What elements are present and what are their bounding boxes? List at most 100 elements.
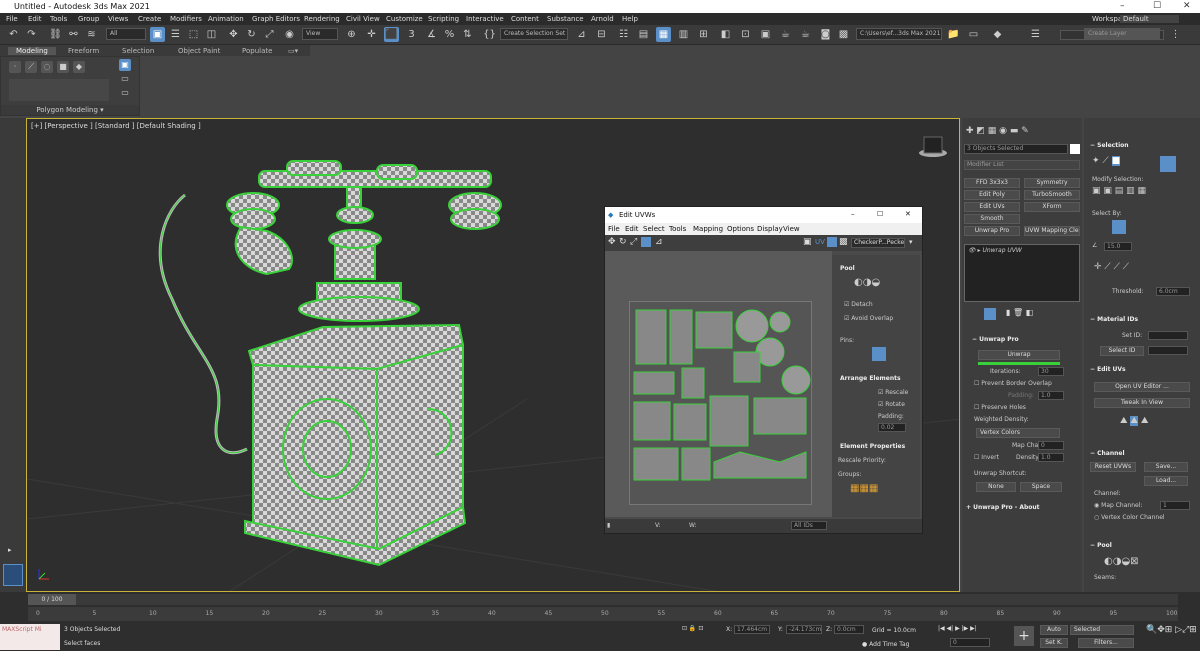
modifier-button-edit-uvs[interactable]: Edit UVs — [964, 202, 1020, 212]
open-uv-editor-button[interactable]: Open UV Editor ... — [1094, 382, 1190, 392]
select-id-button[interactable]: Select ID — [1100, 346, 1144, 356]
selection-set-dropdown[interactable]: Create Selection Set — [500, 28, 568, 40]
modifier-button-turbosmooth[interactable]: TurboSmooth — [1024, 190, 1080, 200]
curve-editor-icon[interactable]: ▥ — [676, 27, 691, 42]
unwrap-pro-title[interactable]: − Unwrap Pro — [972, 336, 1019, 343]
playback-controls[interactable]: |◀ ◀| ▶ |▶ ▶| — [938, 625, 977, 632]
ribbon-group-label[interactable]: Polygon Modeling ▾ — [1, 105, 139, 115]
expand-left-icon[interactable]: ▸ — [8, 546, 12, 554]
selected-dropdown[interactable]: Selected — [1070, 625, 1134, 635]
uvw-mirror-icon[interactable]: ⊿ — [655, 237, 663, 247]
tab-object-paint[interactable]: Object Paint — [178, 47, 220, 55]
create-layer-field[interactable]: Create Layer — [1084, 28, 1160, 40]
rotate-icon[interactable]: ↻ — [244, 27, 259, 42]
modifier-button-edit-poly[interactable]: Edit Poly — [964, 190, 1020, 200]
modifier-button-symmetry[interactable]: Symmetry — [1024, 178, 1080, 188]
tab-populate[interactable]: Populate — [242, 47, 272, 55]
scale-icon[interactable]: ⤢ — [262, 27, 277, 42]
select-id-field[interactable] — [1148, 346, 1188, 355]
time-slider-thumb[interactable]: 0 / 100 — [28, 594, 76, 605]
threshold-field[interactable]: 6.0cm — [1156, 287, 1190, 296]
uvw-menu-edit[interactable]: Edit — [625, 225, 639, 233]
menu-civil-view[interactable]: Civil View — [346, 15, 380, 23]
schematic-view-icon[interactable]: ⊞ — [696, 27, 711, 42]
set-key-button[interactable]: Set K. — [1040, 638, 1068, 648]
object-name-field[interactable]: 3 Objects Selected — [964, 144, 1068, 154]
menu-substance[interactable]: Substance — [547, 15, 584, 23]
selection-filter-dropdown[interactable]: All — [106, 28, 146, 40]
ribbon-tool-b-icon[interactable]: ▭ — [119, 87, 131, 99]
menu-rendering[interactable]: Rendering — [304, 15, 340, 23]
uvw-pool-icons[interactable]: ◐◑◒ — [854, 277, 880, 288]
tab-modeling[interactable]: Modeling — [8, 47, 56, 55]
menu-interactive[interactable]: Interactive — [466, 15, 504, 23]
menu-scripting[interactable]: Scripting — [428, 15, 459, 23]
invert-checkbox[interactable]: ☐ Invert — [974, 454, 999, 461]
angle-snap-icon[interactable]: ∡ — [424, 27, 439, 42]
render-iterative-icon[interactable]: ☕ — [798, 27, 813, 42]
shortcut-b-dropdown[interactable]: Space — [1020, 482, 1062, 492]
menu-graph-editors[interactable]: Graph Editors — [252, 15, 300, 23]
uvw-menu-select[interactable]: Select — [643, 225, 665, 233]
scene-explorer-icon[interactable]: ☷ — [616, 27, 631, 42]
selection-lock-icon[interactable]: ⊡ 🔒 ⊡ — [682, 625, 703, 632]
autodesk-icon[interactable]: ◆ — [990, 27, 1005, 42]
modify-selection-icons[interactable]: ▣ ▣ ▤ ▥ ▦ — [1092, 186, 1146, 196]
tab-selection[interactable]: Selection — [122, 47, 154, 55]
map-channel-radio[interactable]: ◉ Map Channel: — [1094, 502, 1142, 509]
uvw-checker-dropdown[interactable]: CheckerP...Pecker — [851, 238, 905, 248]
menu-arnold[interactable]: Arnold — [591, 15, 614, 23]
pool-icons[interactable]: ◐◑◒⊠ — [1104, 556, 1139, 567]
modifier-button-xform[interactable]: XForm — [1024, 202, 1080, 212]
uvw-display-icon[interactable]: ▣ — [803, 237, 812, 247]
vertex-color-channel-radio[interactable]: ○ Vertex Color Channel — [1094, 514, 1165, 521]
render-setup-icon[interactable]: ⊡ — [738, 27, 753, 42]
select-by-name-icon[interactable]: ☰ — [168, 27, 183, 42]
uvw-menu-view[interactable]: View — [783, 225, 800, 233]
menu-content[interactable]: Content — [511, 15, 539, 23]
uvw-rotate-checkbox[interactable]: ☑ Rotate — [878, 401, 905, 408]
ribbon-toggle-icon[interactable]: ▦ — [656, 27, 671, 42]
subobject-icons[interactable]: ✦ ⟋ ■ — [1092, 156, 1121, 166]
menu-animation[interactable]: Animation — [208, 15, 244, 23]
uvw-freeform-icon[interactable] — [641, 237, 651, 247]
panel-tabs-icons[interactable]: ✚ ◩ ▦ ◉ ▬ ✎ — [966, 126, 1029, 136]
modifier-stack[interactable]: 👁 ▸ Unwrap UVW — [964, 244, 1080, 302]
material-editor-icon[interactable]: ◧ — [718, 27, 733, 42]
uvw-detach-checkbox[interactable]: ☑ Detach — [844, 301, 873, 308]
uvw-move-icon[interactable]: ✥ — [608, 237, 616, 247]
object-color-swatch[interactable] — [1070, 144, 1080, 154]
polygon-mode-icon[interactable]: ■ — [57, 61, 69, 73]
move-icon[interactable]: ✥ — [226, 27, 241, 42]
load-button[interactable]: Load... — [1144, 476, 1188, 486]
uvw-rotate-icon[interactable]: ↻ — [619, 237, 627, 247]
uv-canvas[interactable] — [605, 251, 832, 517]
modifier-button-unwrap-pro[interactable]: Unwrap Pro — [964, 226, 1020, 236]
tab-freeform[interactable]: Freeform — [68, 47, 99, 55]
project-path-dropdown[interactable]: C:\Users\ef...3ds Max 2021 — [856, 28, 942, 40]
close-button[interactable]: ✕ — [1183, 1, 1191, 11]
unwrap-pro-about[interactable]: + Unwrap Pro - About — [966, 504, 1040, 511]
layers-icon[interactable]: ☰ — [1028, 27, 1043, 42]
uvw-minimize-button[interactable]: – — [851, 210, 855, 218]
set-key-icon[interactable]: + — [1014, 626, 1034, 646]
channel-title[interactable]: − Channel — [1090, 450, 1125, 457]
select-by-icon[interactable] — [1112, 220, 1126, 234]
link-icon[interactable]: ⛓ — [48, 27, 63, 42]
uvw-menu-tools[interactable]: Tools — [669, 225, 686, 233]
shortcut-a-dropdown[interactable]: None — [976, 482, 1016, 492]
uvw-padding-field[interactable]: 0.02 — [878, 423, 906, 432]
render-icon[interactable]: ☕ — [778, 27, 793, 42]
project-folder-icon[interactable]: 📁 — [946, 27, 961, 42]
modifier-list-dropdown[interactable]: Modifier List — [964, 160, 1080, 170]
ribbon-options-icon[interactable]: ▭▾ — [288, 47, 298, 55]
density-field[interactable]: 1.0 — [1038, 453, 1064, 462]
element-mode-icon[interactable]: ◆ — [73, 61, 85, 73]
uvw-dropdown-arrow-icon[interactable]: ▾ — [909, 238, 913, 246]
modify-mode-icon[interactable]: ▣ — [119, 59, 131, 71]
unwrap-map-channel-field[interactable]: 0 — [1038, 441, 1064, 450]
place-icon[interactable]: ◉ — [282, 27, 297, 42]
unwrap-button[interactable]: Unwrap — [978, 350, 1060, 360]
spinner-snap-icon[interactable]: ⇅ — [460, 27, 475, 42]
uvw-scale-icon[interactable]: ⤢ — [630, 237, 637, 247]
